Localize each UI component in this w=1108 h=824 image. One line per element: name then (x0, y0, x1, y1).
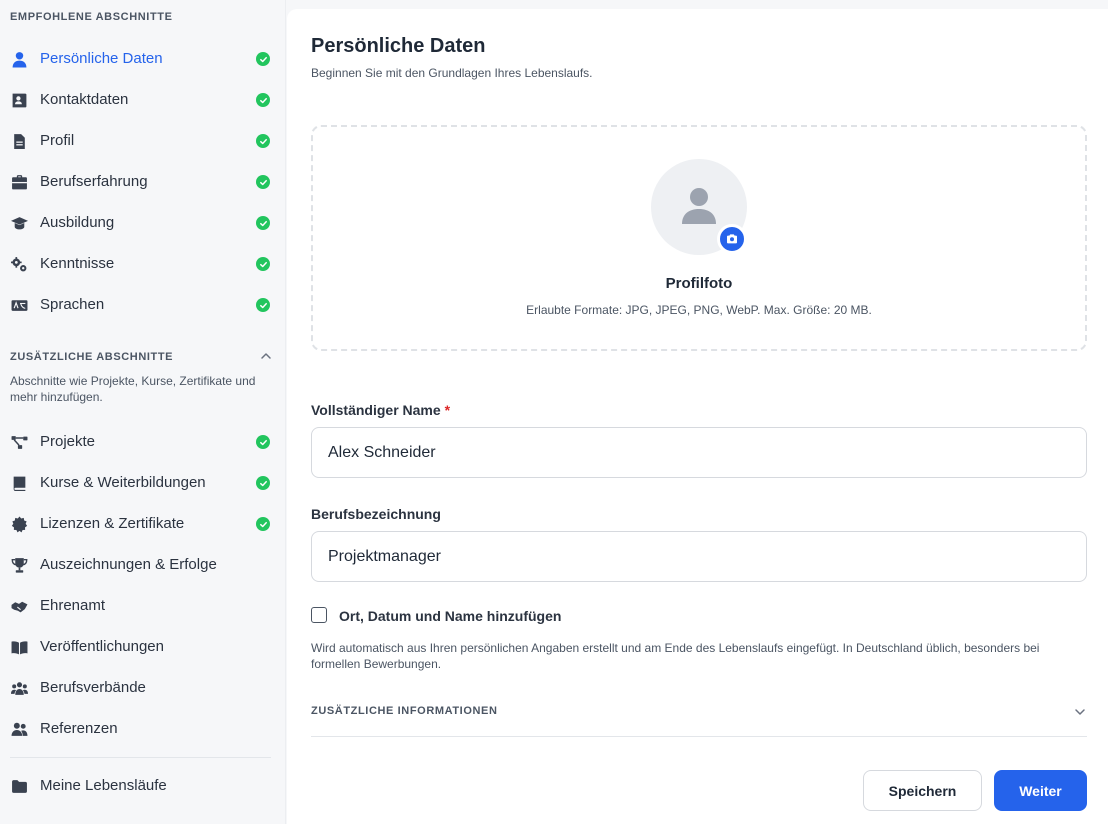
sidebar-item-label: Ausbildung (40, 214, 115, 231)
handshake-icon (10, 597, 28, 615)
sidebar-item-additional-5[interactable]: Veröffentlichungen (0, 626, 286, 667)
group-icon (10, 679, 28, 697)
job-title-input[interactable] (311, 531, 1087, 582)
place-date-name-label[interactable]: Ort, Datum und Name hinzufügen (339, 608, 561, 624)
completed-check-icon (256, 93, 270, 107)
trophy-icon (10, 556, 28, 574)
sidebar-item-additional-4[interactable]: Ehrenamt (0, 585, 286, 626)
certificate-icon (10, 515, 28, 533)
sidebar-item-recommended-1[interactable]: Kontaktdaten (0, 79, 286, 120)
job-title-label: Berufsbezeichnung (311, 506, 441, 522)
chevron-up-icon[interactable] (259, 349, 273, 363)
sidebar-item-label: Projekte (40, 433, 96, 450)
next-button[interactable]: Weiter (994, 770, 1087, 811)
sidebar-item-recommended-3[interactable]: Berufserfahrung (0, 161, 286, 202)
page-title: Persönliche Daten (311, 35, 486, 57)
full-name-label-text: Vollständiger Name (311, 402, 441, 418)
full-name-input[interactable] (311, 427, 1087, 478)
sidebar: EMPFOHLENE ABSCHNITTE Persönliche Daten K… (0, 0, 286, 824)
sidebar-item-additional-0[interactable]: Projekte (0, 421, 286, 462)
sidebar-item-recommended-6[interactable]: Sprachen (0, 284, 286, 325)
sidebar-item-label: Persönliche Daten (40, 50, 163, 67)
sidebar-item-label: Berufserfahrung (40, 173, 148, 190)
profile-photo-hint: Erlaubte Formate: JPG, JPEG, PNG, WebP. … (526, 303, 872, 317)
save-button[interactable]: Speichern (863, 770, 982, 811)
completed-check-icon (256, 517, 270, 531)
place-date-name-checkbox[interactable] (311, 607, 327, 623)
recommended-sections-heading: EMPFOHLENE ABSCHNITTE (10, 11, 173, 23)
additional-info-accordion[interactable]: ZUSÄTZLICHE INFORMATIONEN (311, 697, 1087, 737)
full-name-label: Vollständiger Name * (311, 402, 450, 418)
sidebar-item-label: Profil (40, 132, 75, 149)
sidebar-item-additional-6[interactable]: Berufsverbände (0, 667, 286, 708)
sidebar-item-label: Berufsverbände (40, 679, 146, 696)
sidebar-item-recommended-5[interactable]: Kenntnisse (0, 243, 286, 284)
sidebar-item-label: Referenzen (40, 720, 118, 737)
completed-check-icon (256, 257, 270, 271)
completed-check-icon (256, 175, 270, 189)
camera-upload-button[interactable] (717, 224, 747, 254)
sidebar-item-label: Ehrenamt (40, 597, 106, 614)
book-icon (10, 474, 28, 492)
diagram-icon (10, 433, 28, 451)
completed-check-icon (256, 435, 270, 449)
sidebar-item-additional-7[interactable]: Referenzen (0, 708, 286, 749)
completed-check-icon (256, 476, 270, 490)
briefcase-icon (10, 173, 28, 191)
profile-photo-title: Profilfoto (665, 275, 733, 292)
additional-sections-heading: ZUSÄTZLICHE ABSCHNITTE (10, 351, 174, 363)
sidebar-item-recommended-4[interactable]: Ausbildung (0, 202, 286, 243)
chevron-down-icon (1075, 709, 1085, 715)
sidebar-item-label: Veröffentlichungen (40, 638, 164, 655)
sidebar-item-additional-1[interactable]: Kurse & Weiterbildungen (0, 462, 286, 503)
main-panel: Persönliche Daten Beginnen Sie mit den G… (287, 9, 1108, 824)
completed-check-icon (256, 52, 270, 66)
sidebar-item-recommended-2[interactable]: Profil (0, 120, 286, 161)
sidebar-item-label: Kurse & Weiterbildungen (40, 474, 206, 491)
sidebar-item-label: Meine Lebensläufe (40, 777, 167, 794)
language-icon (10, 296, 28, 314)
people-icon (10, 720, 28, 738)
sidebar-item-recommended-0[interactable]: Persönliche Daten (0, 38, 286, 79)
folder-icon (10, 777, 28, 795)
contact-card-icon (10, 91, 28, 109)
open-book-icon (10, 638, 28, 656)
place-date-name-description: Wird automatisch aus Ihren persönlichen … (311, 641, 1040, 671)
page-subtitle: Beginnen Sie mit den Grundlagen Ihres Le… (311, 66, 593, 80)
camera-icon (727, 234, 737, 244)
graduation-cap-icon (10, 214, 28, 232)
additional-sections-description: Abschnitte wie Projekte, Kurse, Zertifik… (10, 374, 256, 404)
sidebar-item-label: Sprachen (40, 296, 105, 313)
sidebar-item-my-resumes[interactable]: Meine Lebensläufe (0, 765, 286, 806)
sidebar-item-label: Kenntnisse (40, 255, 115, 272)
photo-upload-dropzone[interactable]: Profilfoto Erlaubte Formate: JPG, JPEG, … (311, 125, 1087, 351)
sidebar-item-additional-2[interactable]: Lizenzen & Zertifikate (0, 503, 286, 544)
user-icon (10, 50, 28, 68)
additional-info-label: ZUSÄTZLICHE INFORMATIONEN (311, 705, 498, 717)
sidebar-item-label: Lizenzen & Zertifikate (40, 515, 185, 532)
document-icon (10, 132, 28, 150)
sidebar-item-additional-3[interactable]: Auszeichnungen & Erfolge (0, 544, 286, 585)
sidebar-divider (10, 757, 271, 758)
sidebar-item-label: Kontaktdaten (40, 91, 129, 108)
completed-check-icon (256, 216, 270, 230)
completed-check-icon (256, 298, 270, 312)
sidebar-item-label: Auszeichnungen & Erfolge (40, 556, 217, 573)
required-marker: * (444, 402, 451, 418)
completed-check-icon (256, 134, 270, 148)
user-silhouette-icon (682, 188, 716, 224)
gears-icon (10, 255, 28, 273)
